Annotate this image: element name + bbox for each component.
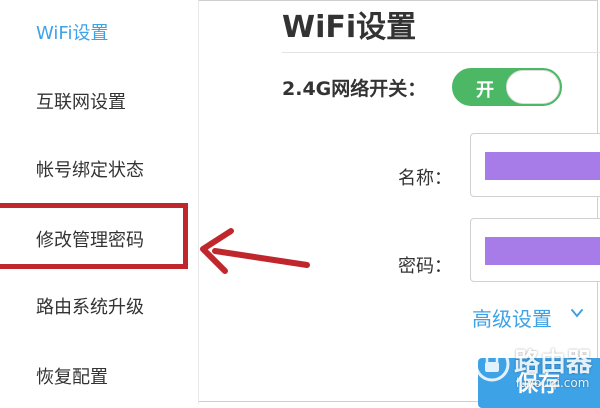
password-label: 密码： [398, 256, 452, 277]
watermark-subtext: luyouqi.com [516, 376, 590, 390]
sidebar: WiFi设置 互联网设置 帐号绑定状态 修改管理密码 路由系统升级 恢复配置 [0, 0, 198, 404]
toggle-on-text: 开 [476, 80, 494, 101]
annotation-arrow-icon [200, 228, 310, 274]
sidebar-item-restore-config[interactable]: 恢复配置 [36, 363, 108, 389]
watermark-text: 路由器 [514, 348, 593, 378]
site-watermark: 路由器 luyouqi.com [470, 342, 600, 402]
sidebar-item-router-upgrade[interactable]: 路由系统升级 [36, 293, 144, 319]
password-input[interactable] [470, 218, 600, 282]
wifi-24g-toggle[interactable]: 开 [452, 68, 562, 106]
ssid-label: 名称： [398, 168, 452, 189]
wifi-24g-switch-label: 2.4G网络开关： [282, 78, 427, 100]
sidebar-item-account-binding[interactable]: 帐号绑定状态 [36, 156, 144, 182]
title-divider [282, 52, 600, 53]
advanced-settings-link[interactable]: 高级设置 [472, 303, 552, 332]
page-title: WiFi设置 [282, 10, 417, 45]
sidebar-item-wifi-settings[interactable]: WiFi设置 [36, 19, 108, 45]
chevron-down-icon[interactable] [570, 306, 584, 320]
sidebar-item-internet-settings[interactable]: 互联网设置 [36, 88, 126, 114]
redacted-password-value [485, 237, 600, 265]
router-logo-icon [474, 346, 510, 382]
toggle-knob [506, 70, 560, 104]
ssid-input[interactable] [470, 133, 600, 197]
sidebar-divider [198, 0, 199, 404]
redacted-ssid-value [485, 152, 600, 180]
annotation-highlight-box [0, 203, 188, 269]
